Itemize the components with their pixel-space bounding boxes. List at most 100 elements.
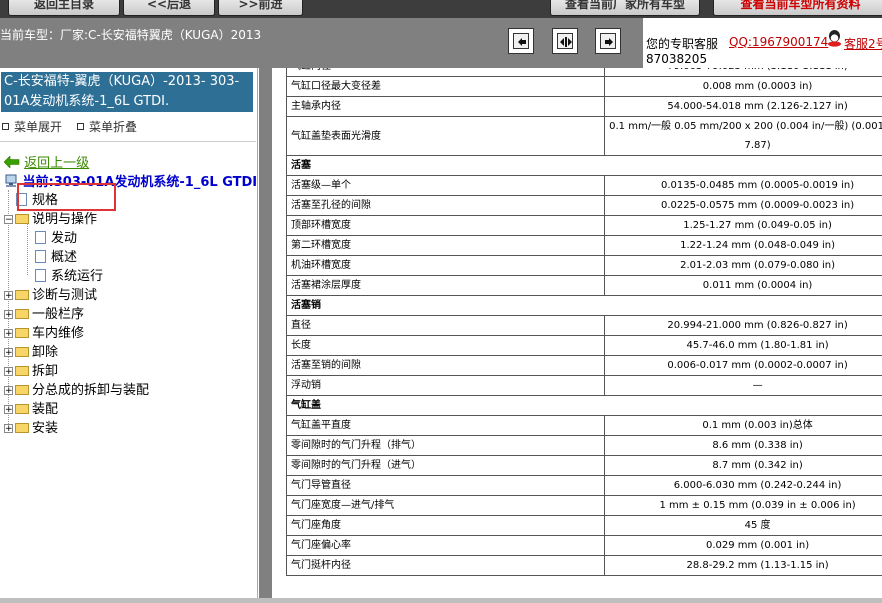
top-toolbar: 返回主目录 <<后退 >>前进 查看当前厂家所有车型 查看当前车型所有资料 [0, 0, 882, 18]
tree-item-installation[interactable]: + 安装 [4, 417, 58, 436]
right-pane-button[interactable] [595, 28, 621, 54]
spec-row: 气缸盖垫表面光滑度 0.1 mm/一般 0.05 mm/200 x 200 (0.… [285, 116, 882, 156]
tree-item-diagnosis[interactable]: + 诊断与测试 [4, 284, 97, 303]
tree-item-overview-label: 概述 [51, 250, 78, 265]
back-up-link[interactable]: 返回上一级 [3, 152, 90, 171]
folder-icon [15, 366, 29, 376]
content-pane: 气缸内径79.005-79.025 mm (3.110-3.111 in)气缸口… [259, 68, 882, 603]
spec-value: 79.005-79.025 mm (3.110-3.111 in) [604, 68, 882, 77]
spec-row: 气缸口径最大变径差 0.008 mm (0.0003 in) [285, 76, 882, 97]
tree-item-removal-label: 卸除 [32, 345, 59, 360]
tree-item-subassembly[interactable]: + 分总成的拆卸与装配 [4, 379, 149, 398]
expand-plus-icon: + [4, 291, 13, 301]
expand-plus-icon: + [4, 348, 13, 358]
spec-value-line2: 7.87) [744, 140, 771, 151]
tree-item-removal[interactable]: + 卸除 [4, 341, 58, 360]
spec-row: 活塞至孔径的间隙 0.0225-0.0575 mm (0.0009-0.0023 … [285, 195, 882, 216]
spec-row: 零间隙时的气门升程（进气） 8.7 mm (0.342 in) [285, 455, 882, 476]
tree-item-in-vehicle-repair[interactable]: + 车内维修 [4, 322, 84, 341]
tree-item-overview[interactable]: 概述 [35, 246, 77, 265]
spec-label: 气门导管直径 [285, 475, 606, 496]
spec-section-row: 活塞销 [286, 295, 882, 316]
tree-item-general[interactable]: + 一般栏序 [4, 303, 84, 322]
tree-item-in-vehicle-repair-label: 车内维修 [32, 326, 85, 341]
tree-item-system-operation[interactable]: 系统运行 [35, 265, 103, 284]
expand-plus-icon: + [4, 386, 13, 396]
split-pane-button[interactable] [552, 28, 578, 54]
tree-item-system-operation-label: 系统运行 [51, 269, 104, 284]
spec-row: 活塞级—单个 0.0135-0.0485 mm (0.0005-0.0019 in… [285, 175, 882, 196]
spec-label: 零间隙时的气门升程（排气） [285, 435, 606, 456]
computer-icon [5, 174, 17, 187]
folder-icon [15, 423, 29, 433]
spec-row: 第二环槽宽度 1.22-1.24 mm (0.048-0.049 in) [285, 235, 882, 256]
spec-value: 28.8-29.2 mm (1.13-1.15 in) [604, 555, 882, 576]
spec-row: 气缸内径79.005-79.025 mm (3.110-3.111 in) [285, 68, 882, 77]
green-arrow-left-icon [3, 155, 20, 169]
spec-label: 活塞级—单个 [285, 175, 606, 196]
split-pane-icon [557, 33, 573, 49]
spec-value: 45.7-46.0 mm (1.80-1.81 in) [604, 335, 882, 356]
spec-section-row: 活塞 [286, 155, 882, 176]
back-button[interactable]: <<后退 [123, 0, 215, 16]
document-icon [35, 231, 46, 244]
spec-value: — [604, 375, 882, 396]
home-button[interactable]: 返回主目录 [8, 0, 120, 16]
spec-value: 0.029 mm (0.001 in) [604, 535, 882, 556]
spec-row: 气门挺杆内径 28.8-29.2 mm (1.13-1.15 in) [285, 555, 882, 576]
spec-value: 0.0135-0.0485 mm (0.0005-0.0019 in) [604, 175, 882, 196]
spec-label: 顶部环槽宽度 [285, 215, 606, 236]
service-number: 87038205 [646, 52, 708, 66]
spec-row: 零间隙时的气门升程（排气） 8.6 mm (0.338 in) [285, 435, 882, 456]
spec-label: 活塞裙涂层厚度 [285, 275, 606, 296]
folder-icon [15, 404, 29, 414]
all-data-button[interactable]: 查看当前车型所有资料 [713, 0, 882, 16]
spec-label: 气缸盖平直度 [285, 415, 606, 436]
spec-label: 气缸盖垫表面光滑度 [285, 116, 606, 156]
spec-label: 直径 [285, 315, 606, 336]
left-navigation-pane: C-长安福特-翼虎（KUGA）-2013- 303- 01A发动机系统-1_6L… [0, 68, 258, 603]
folder-icon [15, 309, 29, 319]
spec-label: 长度 [285, 335, 606, 356]
collapse-minus-icon: − [4, 215, 13, 225]
service-qq-link[interactable]: QQ:1967900174 [729, 35, 828, 49]
tree-item-desc-op-label: 说明与操作 [32, 212, 98, 227]
spec-value: 45 度 [604, 515, 882, 536]
spec-label: 浮动销 [285, 375, 606, 396]
spec-section-title: 活塞销 [286, 295, 882, 316]
left-pane-title-line1: C-长安福特-翼虎（KUGA）-2013- 303- [4, 74, 240, 89]
spec-row: 直径 20.994-21.000 mm (0.826-0.827 in) [285, 315, 882, 336]
spec-value: 8.6 mm (0.338 in) [604, 435, 882, 456]
spec-label: 气门座角度 [285, 515, 606, 536]
menu-collapse-button[interactable]: 菜单折叠 [77, 118, 137, 135]
spec-row: 机油环槽宽度 2.01-2.03 mm (0.079-0.080 in) [285, 255, 882, 276]
menu-expand-button[interactable]: 菜单展开 [2, 118, 62, 135]
spec-value: 0.1 mm (0.003 in)总体 [604, 415, 882, 436]
all-models-button[interactable]: 查看当前厂家所有车型 [550, 0, 700, 16]
tree-item-start[interactable]: 发动 [35, 227, 77, 246]
tree-item-disassembly[interactable]: + 拆卸 [4, 360, 58, 379]
tree-item-assembly-label: 装配 [32, 402, 59, 417]
tree-connector [27, 223, 28, 275]
spec-label: 气缸口径最大变径差 [285, 76, 606, 97]
spec-section-title: 活塞 [286, 155, 882, 176]
qq-avatar-icon[interactable] [827, 29, 842, 47]
spec-row: 顶部环槽宽度 1.25-1.27 mm (0.049-0.05 in) [285, 215, 882, 236]
bottom-scrollbar[interactable] [0, 598, 882, 603]
spec-row: 活塞至销的间隙 0.006-0.017 mm (0.0002-0.0007 in) [285, 355, 882, 376]
left-pane-button[interactable] [508, 28, 534, 54]
tree-item-subassembly-label: 分总成的拆卸与装配 [32, 383, 150, 398]
current-model-text: 当前车型：厂家:C-长安福特翼虎（KUGA）2013 [0, 28, 262, 42]
spec-section-title: 气缸盖 [286, 395, 882, 416]
menu-collapse-label: 菜单折叠 [89, 120, 138, 134]
forward-button[interactable]: >>前进 [218, 0, 303, 16]
tree-item-general-label: 一般栏序 [32, 307, 85, 322]
tree-item-assembly[interactable]: + 装配 [4, 398, 58, 417]
service-kefu-link[interactable]: 客服2号 [844, 35, 882, 52]
spec-label: 气门座偏心率 [285, 535, 606, 556]
left-pane-divider [0, 141, 256, 142]
collapse-square-icon [77, 123, 84, 130]
spec-row: 气门座角度 45 度 [285, 515, 882, 536]
spec-label: 零间隙时的气门升程（进气） [285, 455, 606, 476]
back-up-label: 返回上一级 [24, 156, 90, 171]
